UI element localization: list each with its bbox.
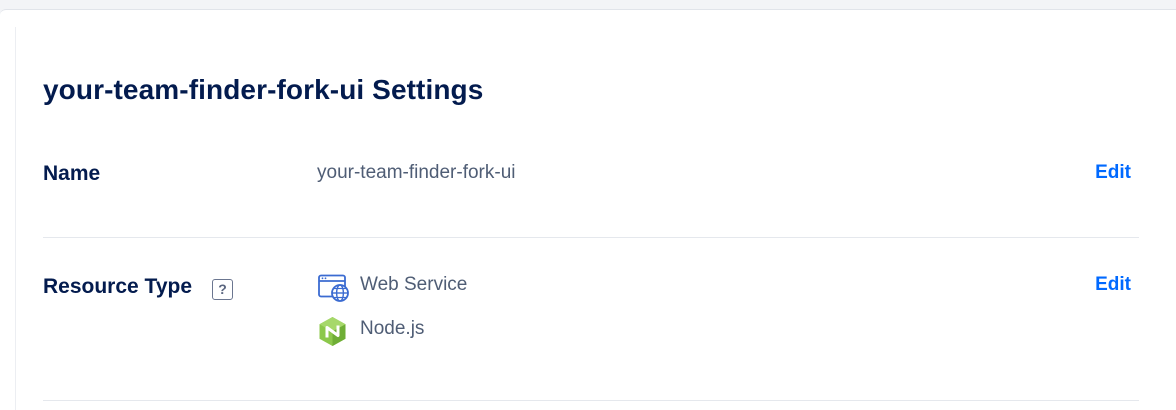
settings-panel [0,9,1176,410]
resource-type-nodejs: Node.js [360,318,425,339]
row-divider [43,237,1139,238]
page-background [0,0,1176,9]
name-value: your-team-finder-fork-ui [317,162,516,183]
resource-type-label: Resource Type [43,275,192,298]
page-title: your-team-finder-fork-ui Settings [43,74,484,105]
help-icon[interactable]: ? [212,279,233,300]
edit-resource-type-button[interactable]: Edit [1095,274,1131,296]
panel-border [15,27,16,410]
web-service-icon [318,274,349,302]
resource-type-web-service: Web Service [360,274,468,295]
row-divider [43,400,1139,401]
name-label: Name [43,162,101,185]
edit-name-button[interactable]: Edit [1095,162,1131,184]
nodejs-icon [319,317,346,346]
